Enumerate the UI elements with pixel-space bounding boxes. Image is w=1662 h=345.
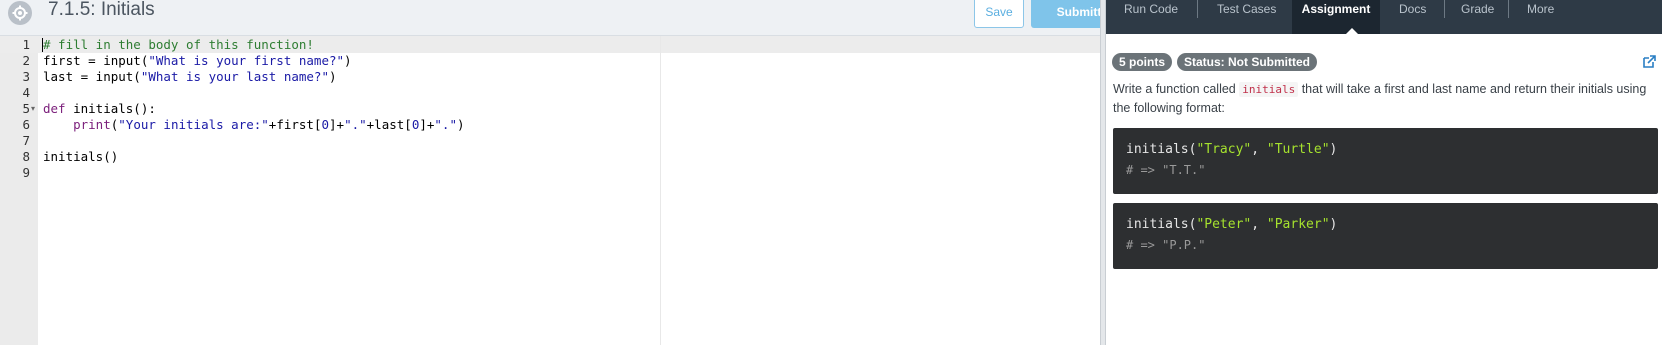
active-tab-caret-icon (1346, 28, 1358, 34)
tab-separator (1197, 0, 1198, 18)
code-token: print (73, 117, 111, 132)
line-number: 7 (22, 133, 30, 148)
code-token: "Your initials are:" (118, 117, 269, 132)
line-number: 6 (22, 117, 30, 132)
external-link-icon[interactable] (1641, 54, 1657, 70)
tab-test-cases[interactable]: Test Cases (1217, 0, 1276, 34)
code-token: ]+ (419, 117, 435, 132)
code-line[interactable]: print("Your initials are:"+first[0]+"."+… (43, 116, 465, 133)
example-result: # => "P.P." (1126, 238, 1206, 252)
code-token: first = input( (43, 53, 149, 68)
line-number: 5 (22, 101, 30, 116)
assignment-pane: Run Code Test Cases Assignment Docs Grad… (1106, 0, 1662, 345)
tab-more[interactable]: More (1527, 0, 1554, 34)
example-code-block: initials("Peter", "Parker") # => "P.P." (1113, 203, 1658, 269)
example-result: # => "T.T." (1126, 163, 1206, 177)
code-token: initials(): (65, 101, 156, 116)
code-token: # fill in the body of this function! (43, 37, 314, 52)
tab-separator (1444, 0, 1445, 18)
code-token: ) (344, 53, 352, 68)
code-line[interactable]: # fill in the body of this function! (43, 36, 314, 53)
tab-separator (1508, 0, 1509, 18)
code-token: ) (456, 117, 465, 132)
code-token: last = input( (43, 69, 141, 84)
code-token: ) (329, 69, 337, 84)
code-line[interactable]: first = input("What is your first name?"… (43, 52, 352, 69)
example-call: initials("Peter", "Parker") (1126, 217, 1338, 232)
code-token: "What is your first name?" (148, 53, 345, 68)
tab-run-code[interactable]: Run Code (1124, 0, 1178, 34)
tab-docs[interactable]: Docs (1399, 0, 1426, 34)
code-token: +last[ (366, 117, 412, 132)
code-token: initials() (43, 149, 119, 164)
example-code-block: initials("Tracy", "Turtle") # => "T.T." (1113, 128, 1658, 194)
code-token: "." (434, 117, 457, 132)
tab-bar: Run Code Test Cases Assignment Docs Grad… (1106, 0, 1662, 34)
app-root: 7.1.5: Initials Save Submitting... 12345… (0, 0, 1662, 345)
code-token: "What is your last name?" (140, 69, 329, 84)
page-title: 7.1.5: Initials (48, 0, 155, 20)
editor-toolbar: 7.1.5: Initials Save Submitting... (0, 0, 1155, 36)
code-token: "." (344, 117, 367, 132)
code-line[interactable]: initials() (43, 148, 118, 165)
status-badge: Status: Not Submitted (1177, 53, 1317, 71)
text-cursor (42, 38, 43, 52)
line-number: 9 (22, 165, 30, 180)
tab-grade[interactable]: Grade (1461, 0, 1494, 34)
line-number: 3 (22, 69, 30, 84)
code-token: ]+ (329, 117, 345, 132)
line-number: 2 (22, 53, 30, 68)
points-badge: 5 points (1112, 53, 1173, 71)
description-text: Write a function called (1113, 82, 1240, 96)
code-token: +first[ (268, 117, 322, 132)
example-call: initials("Tracy", "Turtle") (1126, 142, 1338, 157)
line-number: 8 (22, 149, 30, 164)
assignment-description: Write a function called initials that wi… (1113, 80, 1658, 118)
save-button[interactable]: Save (974, 0, 1024, 28)
code-token: 0 (321, 117, 330, 132)
tab-assignment[interactable]: Assignment (1292, 0, 1380, 34)
code-line[interactable]: def initials(): (43, 100, 156, 117)
print-margin (660, 36, 661, 345)
code-token: def (43, 101, 66, 116)
function-name-code: initials (1239, 82, 1299, 97)
fold-arrow-icon[interactable]: ▾ (31, 100, 35, 117)
code-line[interactable]: last = input("What is your last name?") (43, 68, 337, 85)
line-number: 1 (22, 37, 30, 52)
gear-icon[interactable] (8, 1, 32, 25)
editor-pane: 7.1.5: Initials Save Submitting... 12345… (0, 0, 1155, 345)
line-number: 4 (22, 85, 30, 100)
